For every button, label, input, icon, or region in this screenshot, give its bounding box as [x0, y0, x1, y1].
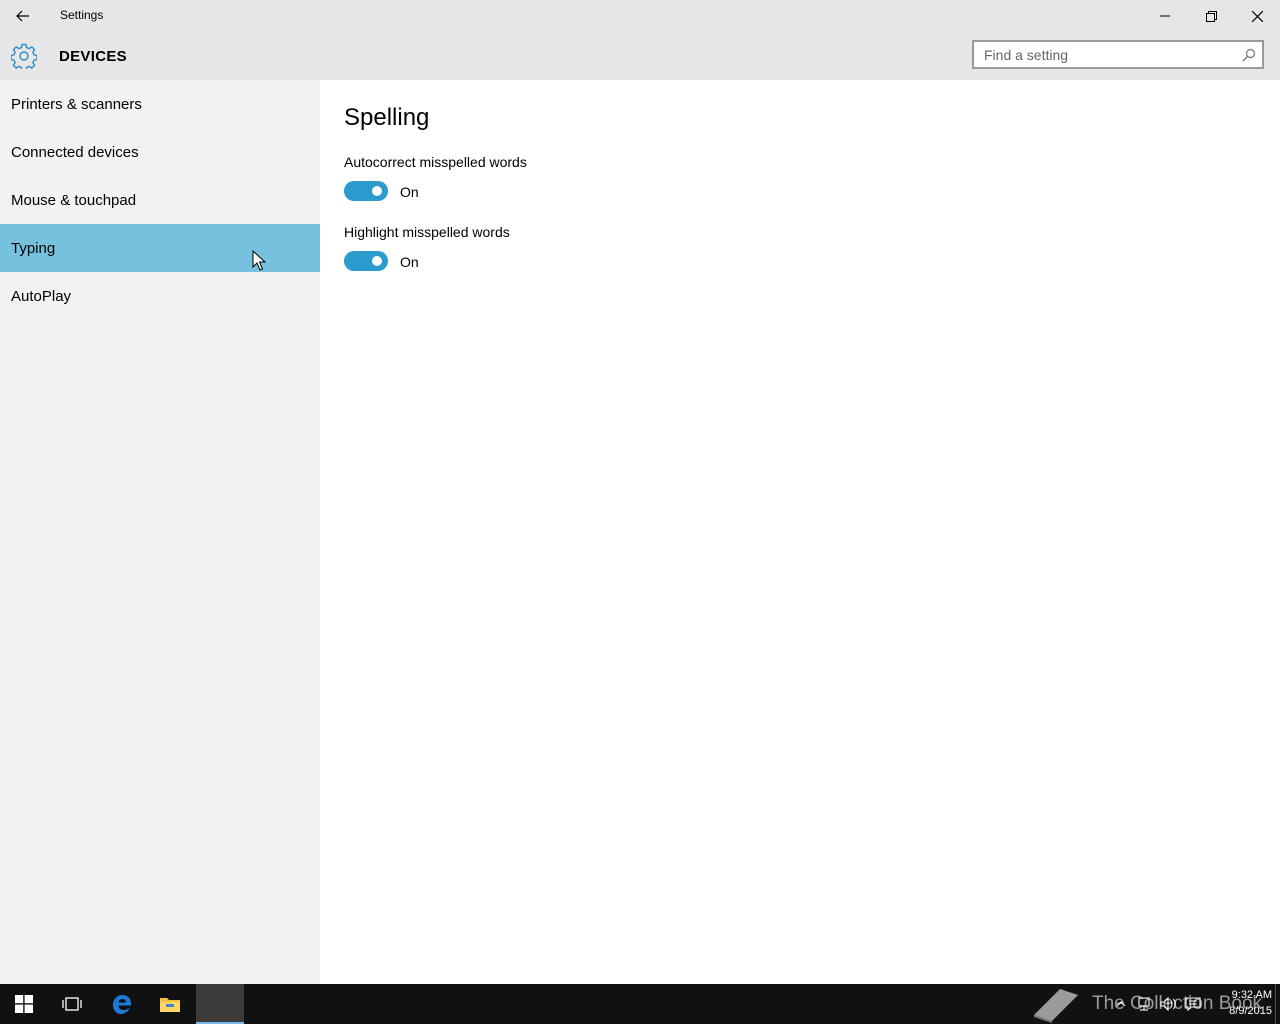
- settings-header: DEVICES Find a setting: [0, 32, 1280, 80]
- page-heading: Spelling: [344, 104, 430, 131]
- mouse-cursor-icon: [252, 250, 266, 271]
- chevron-up-icon: [1116, 1001, 1126, 1007]
- sidebar-item-typing[interactable]: Typing: [0, 224, 320, 272]
- restore-button[interactable]: [1188, 0, 1234, 32]
- back-button[interactable]: [0, 0, 46, 32]
- edge-browser-icon: [113, 995, 131, 1014]
- volume-tray-button[interactable]: [1158, 984, 1180, 1024]
- sidebar: Printers & scanners Connected devices Mo…: [0, 80, 320, 984]
- taskbar-clock[interactable]: 9:32 AM 8/9/2015: [1208, 987, 1272, 1019]
- highlight-state: On: [400, 254, 419, 270]
- show-hidden-icons-button[interactable]: [1112, 984, 1130, 1024]
- sidebar-item-autoplay[interactable]: AutoPlay: [0, 272, 320, 320]
- title-bar: Settings: [0, 0, 1280, 32]
- windows-logo-icon: [15, 995, 33, 1013]
- close-button[interactable]: [1234, 0, 1280, 32]
- book-icon: [1034, 989, 1078, 1023]
- main-content: Spelling Autocorrect misspelled words On…: [320, 80, 1280, 984]
- taskbar-settings-app[interactable]: [196, 984, 244, 1024]
- close-icon: [1251, 10, 1263, 22]
- search-input[interactable]: Find a setting: [972, 40, 1264, 69]
- sidebar-item-printers-scanners[interactable]: Printers & scanners: [0, 80, 320, 128]
- window-title: Settings: [60, 8, 104, 22]
- sidebar-item-label: Printers & scanners: [11, 95, 142, 113]
- task-view-button[interactable]: [48, 984, 96, 1024]
- notification-icon: [1185, 997, 1201, 1011]
- search-icon[interactable]: [1242, 48, 1256, 62]
- network-icon: [1138, 997, 1150, 1011]
- action-center-button[interactable]: [1182, 984, 1204, 1024]
- minimize-icon: [1160, 15, 1170, 17]
- gear-icon: [11, 43, 37, 69]
- sidebar-item-label: Connected devices: [11, 143, 139, 161]
- highlight-toggle[interactable]: [344, 251, 388, 271]
- toggle-knob: [372, 186, 382, 196]
- task-view-icon: [62, 997, 82, 1011]
- folder-icon: [160, 998, 180, 1012]
- sidebar-item-connected-devices[interactable]: Connected devices: [0, 128, 320, 176]
- show-desktop-button[interactable]: [1275, 984, 1280, 1024]
- sidebar-item-label: Typing: [11, 239, 56, 257]
- autocorrect-toggle[interactable]: [344, 181, 388, 201]
- autocorrect-label: Autocorrect misspelled words: [344, 154, 527, 170]
- sidebar-item-mouse-touchpad[interactable]: Mouse & touchpad: [0, 176, 320, 224]
- sidebar-item-label: AutoPlay: [11, 287, 72, 305]
- clock-date: 8/9/2015: [1229, 1005, 1272, 1017]
- back-arrow-icon: [16, 10, 29, 22]
- speaker-icon: [1160, 997, 1176, 1011]
- taskbar-edge[interactable]: [98, 984, 146, 1024]
- minimize-button[interactable]: [1142, 0, 1188, 32]
- taskbar: The Collection Book 9:32 AM 8/9/2015: [0, 984, 1280, 1024]
- highlight-label: Highlight misspelled words: [344, 224, 510, 240]
- search-placeholder: Find a setting: [984, 47, 1069, 63]
- toggle-knob: [372, 256, 382, 266]
- clock-time: 9:32 AM: [1231, 989, 1272, 1001]
- restore-icon: [1205, 10, 1217, 22]
- taskbar-file-explorer[interactable]: [146, 984, 194, 1024]
- autocorrect-state: On: [400, 184, 419, 200]
- sidebar-item-label: Mouse & touchpad: [11, 191, 137, 209]
- start-button[interactable]: [0, 984, 48, 1024]
- network-tray-button[interactable]: [1134, 984, 1156, 1024]
- section-title: DEVICES: [59, 48, 127, 65]
